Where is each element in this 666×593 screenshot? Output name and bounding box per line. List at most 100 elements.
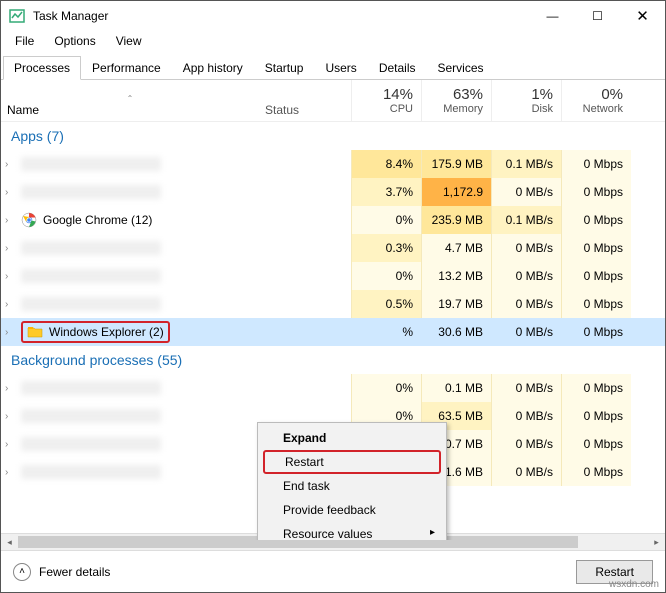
col-name-label: Name (7, 103, 39, 117)
menu-item-end-task[interactable]: End task (261, 474, 443, 498)
expand-icon[interactable]: › (5, 243, 15, 254)
cpu-cell: 0.5% (351, 290, 421, 318)
col-name[interactable]: ⌃ Name (1, 80, 259, 121)
table-row[interactable]: › 0.3% 4.7 MB 0 MB/s 0 Mbps (1, 234, 665, 262)
scroll-left-arrow-icon[interactable]: ◂ (1, 534, 18, 551)
menu-item-expand[interactable]: Expand (261, 426, 443, 450)
section-apps: Apps (7) (1, 122, 665, 150)
scroll-right-arrow-icon[interactable]: ▸ (648, 534, 665, 551)
tab-processes[interactable]: Processes (3, 56, 81, 80)
cpu-cell: 0% (351, 206, 421, 234)
expand-icon[interactable]: › (5, 439, 15, 450)
maximize-button[interactable]: ☐ (575, 1, 620, 31)
expand-icon[interactable]: › (5, 411, 15, 422)
disk-cell: 0 MB/s (491, 234, 561, 262)
table-row[interactable]: › 8.4% 175.9 MB 0.1 MB/s 0 Mbps (1, 150, 665, 178)
column-headers: ⌃ Name Status 14% CPU 63% Memory 1% Disk… (1, 80, 665, 122)
menu-item-resource-values[interactable]: Resource values (261, 522, 443, 540)
table-row[interactable]: › 3.7% 1,172.9 MB 0 MB/s 0 Mbps (1, 178, 665, 206)
col-network[interactable]: 0% Network (561, 80, 631, 121)
close-button[interactable]: ✕ (620, 1, 665, 31)
disk-cell: 0 MB/s (491, 430, 561, 458)
task-manager-icon (9, 8, 25, 24)
disk-cell: 0 MB/s (491, 374, 561, 402)
table-row[interactable]: › Google Chrome (12) 0% 235.9 MB 0.1 MB/s… (1, 206, 665, 234)
name-cell: › (1, 241, 259, 255)
col-memory[interactable]: 63% Memory (421, 80, 491, 121)
cpu-cell: % (351, 318, 421, 346)
memory-cell: 1,172.9 MB (421, 178, 491, 206)
cpu-cell: 0.3% (351, 234, 421, 262)
network-cell: 0 Mbps (561, 402, 631, 430)
cpu-usage-pct: 14% (383, 86, 413, 103)
fewer-details-icon[interactable]: ˄ (13, 563, 31, 581)
menu-item-restart[interactable]: Restart (263, 450, 441, 474)
cpu-cell: 0% (351, 262, 421, 290)
memory-cell: 19.7 MB (421, 290, 491, 318)
process-name-hidden (21, 297, 161, 311)
col-cpu[interactable]: 14% CPU (351, 80, 421, 121)
menu-options[interactable]: Options (44, 32, 105, 50)
memory-cell: 30.6 MB (421, 318, 491, 346)
titlebar: Task Manager — ☐ ✕ (1, 1, 665, 31)
tab-services[interactable]: Services (427, 56, 495, 80)
process-name-hidden (21, 437, 161, 451)
expand-icon[interactable]: › (5, 187, 15, 198)
process-name[interactable]: Google Chrome (12) (43, 213, 152, 227)
expand-icon[interactable]: › (5, 327, 15, 338)
table-row[interactable]: › Windows Explorer (2) % 30.6 MB 0 MB/s 0… (1, 318, 665, 346)
tab-app-history[interactable]: App history (172, 56, 254, 80)
process-table: ⌃ Name Status 14% CPU 63% Memory 1% Disk… (1, 80, 665, 540)
name-cell: › (1, 297, 259, 311)
process-name-hidden (21, 381, 161, 395)
name-cell: › Google Chrome (12) (1, 212, 259, 228)
name-cell: › Windows Explorer (2) (1, 321, 259, 343)
expand-icon[interactable]: › (5, 159, 15, 170)
process-name[interactable]: Windows Explorer (2) (49, 325, 164, 339)
window-title: Task Manager (33, 9, 530, 23)
tab-details[interactable]: Details (368, 56, 427, 80)
memory-cell: 235.9 MB (421, 206, 491, 234)
expand-icon[interactable]: › (5, 467, 15, 478)
tab-performance[interactable]: Performance (81, 56, 172, 80)
memory-cell: 13.2 MB (421, 262, 491, 290)
expand-icon[interactable]: › (5, 299, 15, 310)
table-row[interactable]: › 0% 13.2 MB 0 MB/s 0 Mbps (1, 262, 665, 290)
network-cell: 0 Mbps (561, 206, 631, 234)
minimize-button[interactable]: — (530, 1, 575, 31)
cpu-cell: 3.7% (351, 178, 421, 206)
memory-cell: 0.1 MB (421, 374, 491, 402)
expand-icon[interactable]: › (5, 383, 15, 394)
tab-users[interactable]: Users (314, 56, 367, 80)
watermark: wsxdn.com (609, 579, 659, 590)
disk-cell: 0.1 MB/s (491, 150, 561, 178)
col-status[interactable]: Status (259, 80, 351, 121)
selected-process-highlight: Windows Explorer (2) (21, 321, 170, 343)
menu-item-provide-feedback[interactable]: Provide feedback (261, 498, 443, 522)
name-cell: › (1, 381, 259, 395)
folder-icon (27, 324, 43, 340)
menu-view[interactable]: View (106, 32, 152, 50)
disk-cell: 0 MB/s (491, 318, 561, 346)
network-cell: 0 Mbps (561, 458, 631, 486)
memory-usage-pct: 63% (453, 86, 483, 103)
col-disk[interactable]: 1% Disk (491, 80, 561, 121)
tab-startup[interactable]: Startup (254, 56, 315, 80)
expand-icon[interactable]: › (5, 215, 15, 226)
name-cell: › (1, 409, 259, 423)
fewer-details-label[interactable]: Fewer details (39, 565, 110, 579)
table-row[interactable]: › 0.5% 19.7 MB 0 MB/s 0 Mbps (1, 290, 665, 318)
menu-file[interactable]: File (5, 32, 44, 50)
table-row[interactable]: › 0% 0.1 MB 0 MB/s 0 Mbps (1, 374, 665, 402)
disk-cell: 0 MB/s (491, 178, 561, 206)
disk-cell: 0.1 MB/s (491, 206, 561, 234)
process-name-hidden (21, 465, 161, 479)
process-name-hidden (21, 241, 161, 255)
expand-icon[interactable]: › (5, 271, 15, 282)
disk-cell: 0 MB/s (491, 402, 561, 430)
name-cell: › (1, 465, 259, 479)
cpu-label: CPU (390, 103, 413, 115)
network-cell: 0 Mbps (561, 318, 631, 346)
disk-cell: 0 MB/s (491, 290, 561, 318)
name-cell: › (1, 185, 259, 199)
